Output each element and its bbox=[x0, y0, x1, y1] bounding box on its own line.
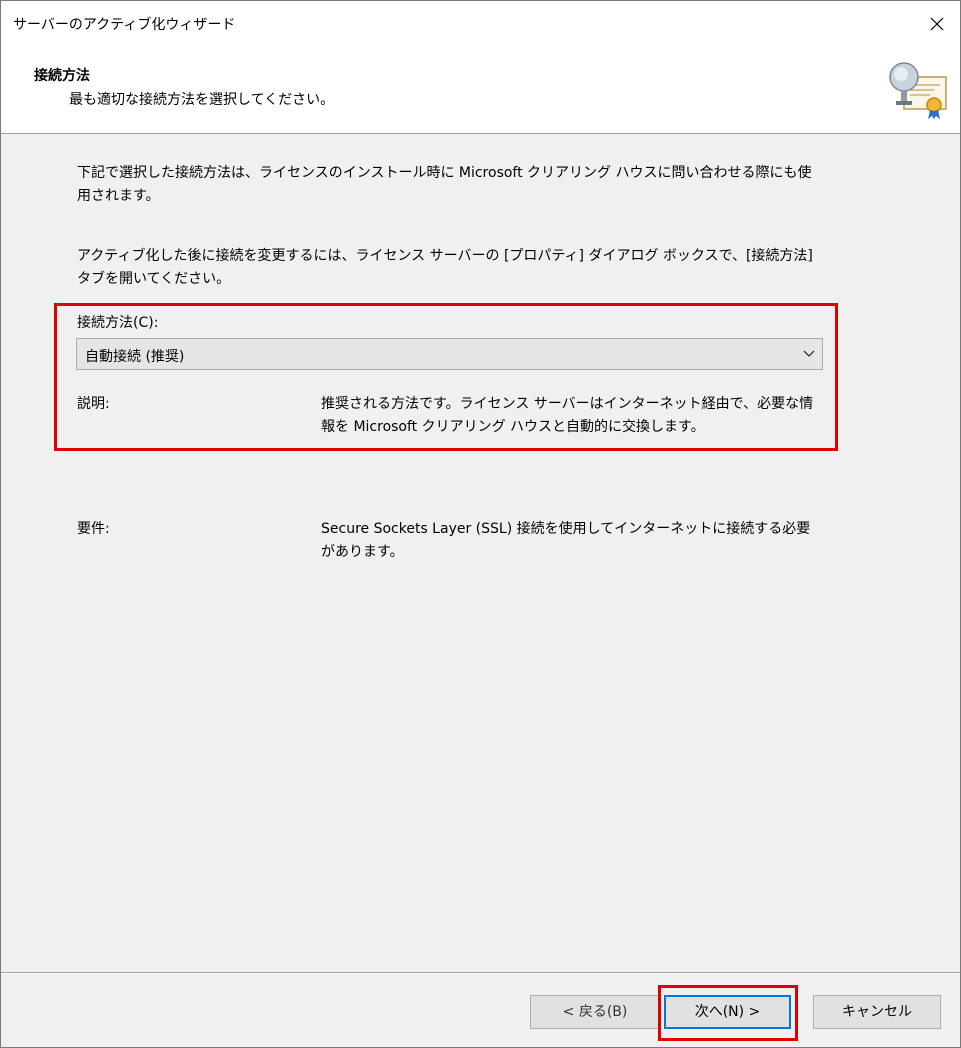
intro-paragraph: 下記で選択した接続方法は、ライセンスのインストール時に Microsoft クリ… bbox=[77, 165, 812, 204]
change-paragraph: アクティブ化した後に接続を変更するには、ライセンス サーバーの [プロパティ] … bbox=[77, 248, 813, 287]
page-subtitle: 最も適切な接続方法を選択してください。 bbox=[69, 92, 335, 108]
description-label: 説明: bbox=[77, 396, 110, 412]
connection-method-dropdown[interactable]: 自動接続 (推奨) bbox=[76, 338, 823, 370]
requirements-label: 要件: bbox=[77, 521, 110, 537]
close-button[interactable] bbox=[914, 1, 960, 47]
wizard-window: サーバーのアクティブ化ウィザード 接続方法 最も適切な接続方法を選択してください… bbox=[0, 0, 961, 1048]
wizard-header: 接続方法 最も適切な接続方法を選択してください。 bbox=[1, 47, 960, 134]
cancel-button[interactable]: キャンセル bbox=[813, 995, 941, 1029]
requirements-text: Secure Sockets Layer (SSL) 接続を使用してインターネッ… bbox=[321, 521, 811, 560]
page-title: 接続方法 bbox=[34, 68, 90, 84]
next-button[interactable]: 次へ(N) > bbox=[664, 995, 791, 1029]
footer-divider bbox=[1, 972, 960, 974]
certificate-icon bbox=[889, 62, 947, 119]
connection-method-value: 自動接続 (推奨) bbox=[85, 349, 185, 365]
back-button[interactable]: < 戻る(B) bbox=[530, 995, 660, 1029]
window-title: サーバーのアクティブ化ウィザード bbox=[13, 17, 236, 33]
close-icon bbox=[930, 17, 944, 31]
description-text: 推奨される方法です。ライセンス サーバーはインターネット経由で、必要な情報を M… bbox=[321, 396, 814, 435]
connection-method-label: 接続方法(C): bbox=[77, 315, 159, 331]
chevron-down-icon bbox=[803, 350, 815, 357]
wizard-content: 下記で選択した接続方法は、ライセンスのインストール時に Microsoft クリ… bbox=[1, 134, 960, 972]
title-bar: サーバーのアクティブ化ウィザード bbox=[1, 1, 960, 47]
